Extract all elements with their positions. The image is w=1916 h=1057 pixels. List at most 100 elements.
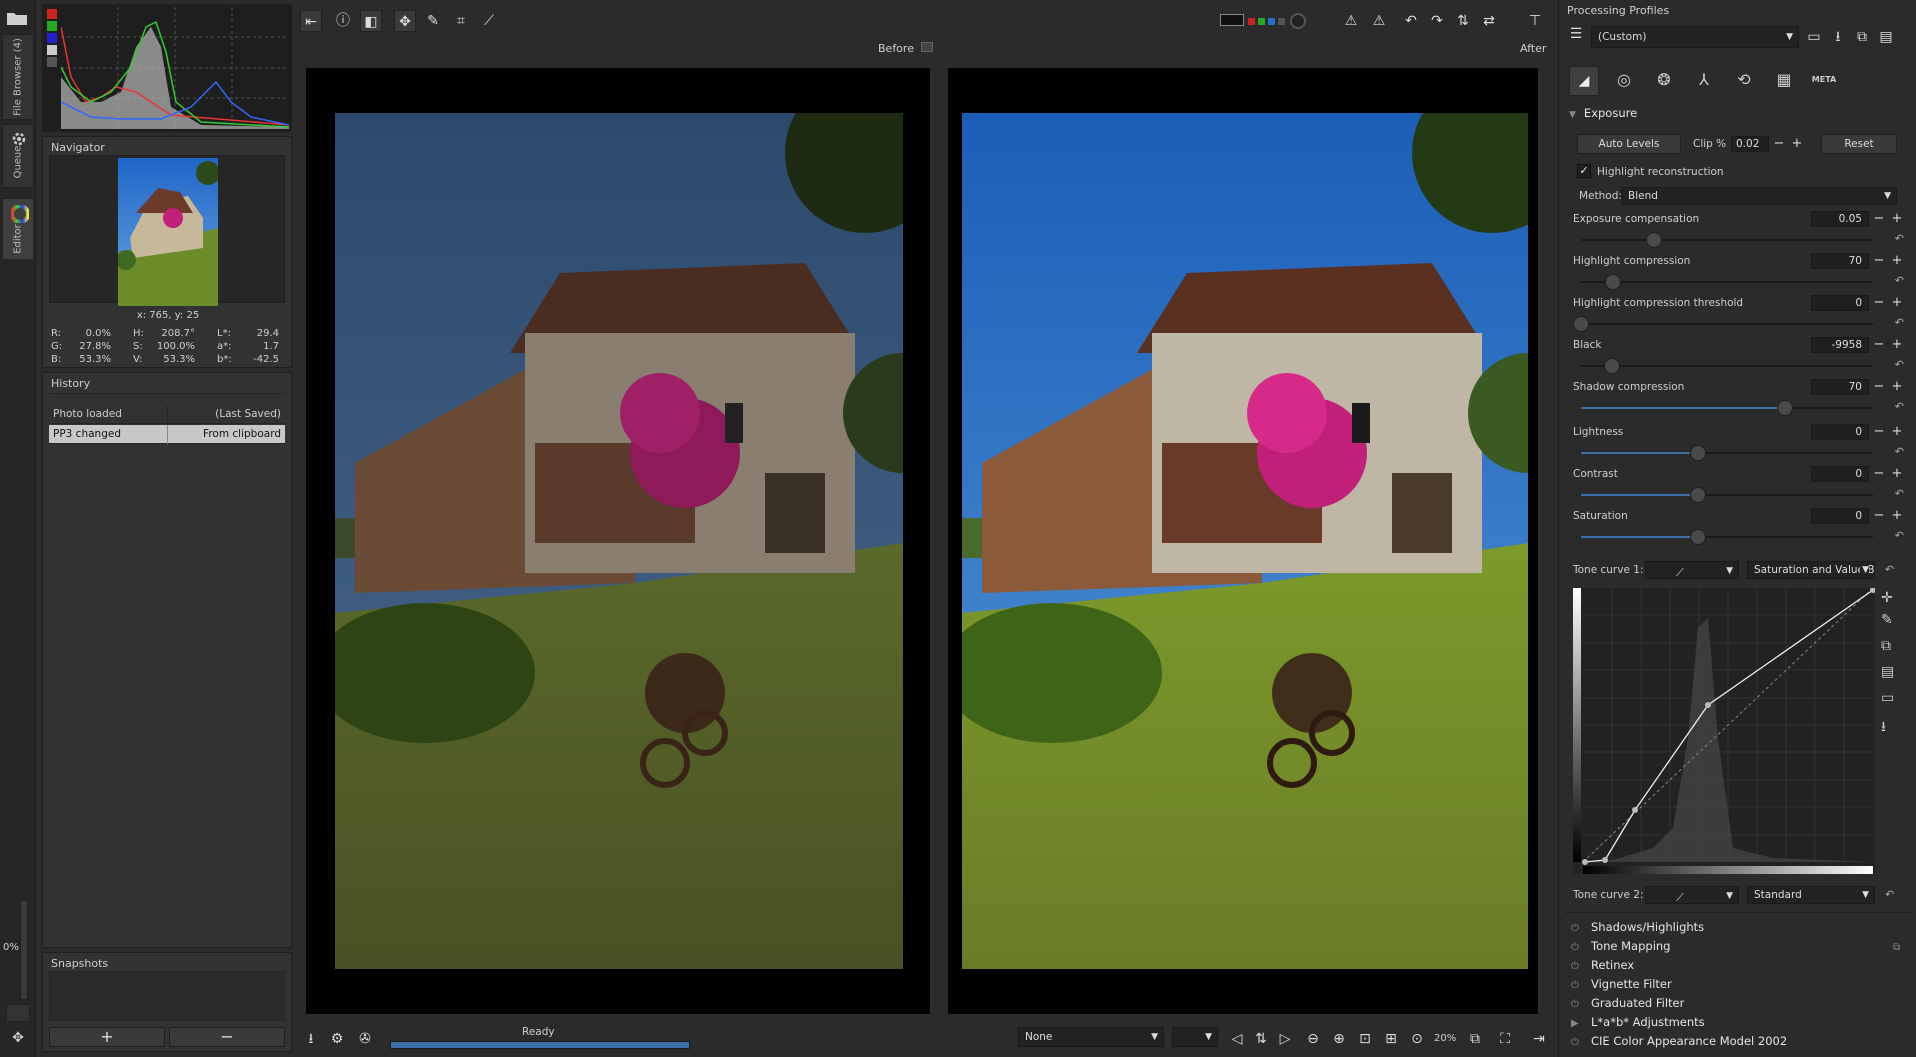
zoom-in-icon[interactable]: ⊕	[1328, 1028, 1350, 1050]
slider-increment-icon[interactable]: +	[1891, 466, 1903, 482]
slider-reset-icon[interactable]: ↶	[1895, 358, 1904, 371]
clip-decrement-icon[interactable]: −	[1773, 136, 1785, 152]
transform-tab-icon[interactable]: ⟲	[1729, 66, 1759, 96]
shadow-clip-warning-icon[interactable]: ⚠	[1340, 10, 1362, 32]
slider-increment-icon[interactable]: +	[1891, 295, 1903, 311]
detail-tab-icon[interactable]: ◎	[1609, 66, 1639, 96]
rotate-left-icon[interactable]: ↶	[1400, 10, 1422, 32]
save-curve-icon[interactable]: ⭳	[1881, 716, 1901, 742]
slider-value-field[interactable]: 70	[1811, 379, 1869, 395]
rotate-right-icon[interactable]: ↷	[1426, 10, 1448, 32]
previous-image-icon[interactable]: ◁	[1226, 1028, 1248, 1050]
slider-knob[interactable]	[1690, 445, 1706, 461]
slider-increment-icon[interactable]: +	[1891, 253, 1903, 269]
reset-button[interactable]: Reset	[1821, 134, 1897, 154]
raw-tab-icon[interactable]: ▦	[1769, 66, 1799, 96]
before-image-frame[interactable]	[306, 68, 930, 1014]
clip-value[interactable]: 0.02	[1731, 136, 1769, 152]
slider-decrement-icon[interactable]: −	[1873, 424, 1885, 440]
open-profile-icon[interactable]: ▭	[1803, 26, 1825, 48]
slider-knob[interactable]	[1690, 487, 1706, 503]
tone-curve-1-editor[interactable]	[1573, 588, 1875, 874]
save-image-icon[interactable]: ⭳	[300, 1028, 322, 1050]
slider-track[interactable]	[1573, 316, 1873, 332]
slider-value-field[interactable]: 0	[1811, 466, 1869, 482]
next-image-icon[interactable]: ▷	[1274, 1028, 1296, 1050]
exposure-header[interactable]: ▼ Exposure	[1569, 106, 1637, 120]
zoom-fit-crop-icon[interactable]: ⊞	[1380, 1028, 1402, 1050]
history-row[interactable]: Photo loaded (Last Saved)	[49, 405, 285, 424]
paste-profile-icon[interactable]: ▤	[1875, 26, 1897, 48]
info-icon[interactable]: ⓘ	[332, 10, 354, 32]
color-tab-icon[interactable]: ❂	[1649, 66, 1679, 96]
hide-top-panel-icon[interactable]: ⊤	[1524, 10, 1546, 32]
slider-track[interactable]	[1581, 274, 1873, 290]
filmstrip-toggle-icon[interactable]	[6, 1004, 30, 1022]
tool-section-header[interactable]: ⏻ Shadows/Highlights	[1571, 920, 1704, 934]
paste-curve-icon[interactable]: ▤	[1881, 664, 1901, 690]
straighten-icon[interactable]: ⟋	[478, 10, 500, 32]
copy-curve-icon[interactable]: ⧉	[1881, 638, 1901, 664]
slider-knob[interactable]	[1573, 316, 1589, 332]
pencil-icon[interactable]: ✎	[1881, 612, 1901, 638]
red-channel-toggle[interactable]	[47, 9, 57, 19]
slider-value-field[interactable]: 0	[1811, 295, 1869, 311]
preview-channel-icons[interactable]	[1220, 12, 1306, 30]
advanced-tab-icon[interactable]: ⅄	[1689, 66, 1719, 96]
expand-icon[interactable]: ▶	[1571, 1018, 1583, 1029]
blue-channel-toggle[interactable]	[47, 33, 57, 43]
slider-reset-icon[interactable]: ↶	[1895, 274, 1904, 287]
tone-curve-2-type-select[interactable]: ⟋ ▼	[1645, 886, 1739, 904]
zoom-100-icon[interactable]: ⊙	[1406, 1028, 1428, 1050]
tab-file-browser[interactable]: File Browser (4)	[2, 34, 34, 120]
snapshots-list[interactable]	[49, 971, 285, 1021]
slider-increment-icon[interactable]: +	[1891, 211, 1903, 227]
zoom-out-icon[interactable]: ⊖	[1302, 1028, 1324, 1050]
zoom-side-bar[interactable]	[20, 900, 28, 1000]
slider-decrement-icon[interactable]: −	[1873, 211, 1885, 227]
tab-queue[interactable]: Queue	[2, 124, 34, 188]
slider-increment-icon[interactable]: +	[1891, 424, 1903, 440]
slider-value-field[interactable]: 0	[1811, 424, 1869, 440]
slider-reset-icon[interactable]: ↶	[1895, 529, 1904, 542]
slider-value-field[interactable]: 70	[1811, 253, 1869, 269]
remove-snapshot-button[interactable]: −	[169, 1027, 285, 1047]
slider-value-field[interactable]: 0	[1811, 508, 1869, 524]
power-icon[interactable]: ⏻	[1571, 942, 1583, 953]
tone-curve-1-type-select[interactable]: ⟋ ▼	[1645, 561, 1739, 579]
edit-point-icon[interactable]: ✛	[1881, 590, 1901, 612]
tool-section-header[interactable]: ⏻ Tone Mapping	[1571, 939, 1670, 953]
slider-decrement-icon[interactable]: −	[1873, 337, 1885, 353]
slider-knob[interactable]	[1646, 232, 1662, 248]
tab-editor[interactable]: Editor	[2, 198, 34, 260]
slider-track[interactable]	[1581, 400, 1873, 416]
profile-list-icon[interactable]: ☰	[1565, 26, 1587, 48]
slider-increment-icon[interactable]: +	[1891, 337, 1903, 353]
before-after-icon[interactable]: ◧	[360, 10, 382, 32]
color-picker-icon[interactable]: ✎	[422, 10, 444, 32]
folder-icon[interactable]	[6, 10, 30, 28]
power-icon[interactable]: ⏻	[1571, 923, 1583, 934]
slider-decrement-icon[interactable]: −	[1873, 253, 1885, 269]
sync-filebrowser-icon[interactable]: ⇅	[1250, 1028, 1272, 1050]
slider-decrement-icon[interactable]: −	[1873, 508, 1885, 524]
metadata-tab-icon[interactable]: META	[1809, 66, 1839, 96]
flip-vertical-icon[interactable]: ⇅	[1452, 10, 1474, 32]
after-image-frame[interactable]	[948, 68, 1538, 1014]
hide-left-panel-icon[interactable]: ⇤	[300, 10, 322, 32]
slider-reset-icon[interactable]: ↶	[1895, 445, 1904, 458]
pan-icon[interactable]: ✥	[6, 1030, 30, 1050]
power-icon[interactable]: ⏻	[1571, 961, 1583, 972]
hide-right-panel-icon[interactable]: ⇥	[1528, 1028, 1550, 1050]
hand-tool-icon[interactable]: ✥	[394, 10, 416, 32]
slider-decrement-icon[interactable]: −	[1873, 295, 1885, 311]
flip-horizontal-icon[interactable]: ⇄	[1478, 10, 1500, 32]
slider-reset-icon[interactable]: ↶	[1895, 400, 1904, 413]
luma-channel-toggle[interactable]	[47, 45, 57, 55]
slider-value-field[interactable]: 0.05	[1811, 211, 1869, 227]
slider-reset-icon[interactable]: ↶	[1895, 316, 1904, 329]
green-channel-toggle[interactable]	[47, 21, 57, 31]
tone-curve-2-mode-select[interactable]: Standard ▼	[1747, 886, 1875, 904]
tool-section-header[interactable]: ⏻ CIE Color Appearance Model 2002	[1571, 1034, 1787, 1048]
slider-track[interactable]	[1581, 232, 1873, 248]
